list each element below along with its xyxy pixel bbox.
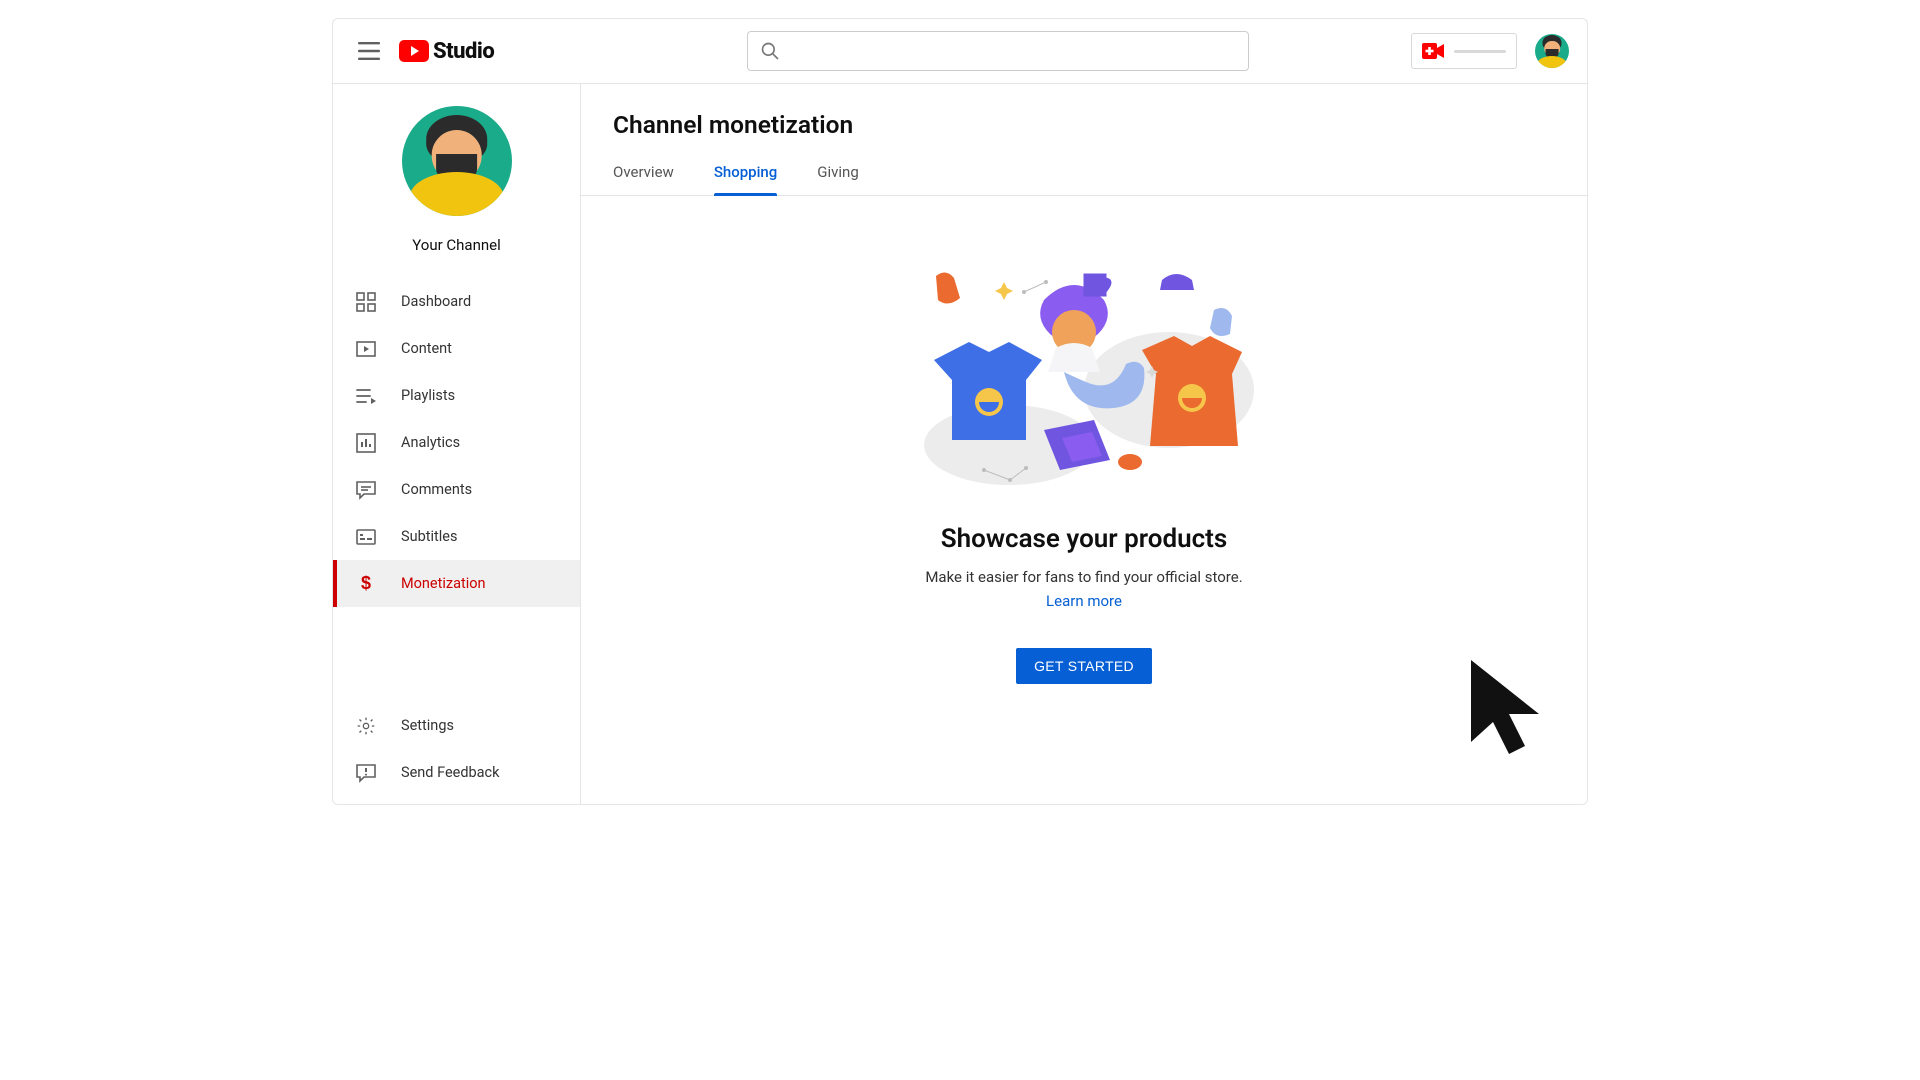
main: Channel monetization Overview Shopping G… bbox=[581, 84, 1587, 804]
menu-button[interactable] bbox=[349, 31, 389, 71]
sidebar-item-analytics[interactable]: Analytics bbox=[333, 419, 580, 466]
body: Your Channel Dashboard bbox=[333, 84, 1587, 804]
promo-headline: Showcase your products bbox=[941, 524, 1228, 554]
create-video-icon bbox=[1422, 43, 1444, 59]
create-button-placeholder-line bbox=[1454, 50, 1506, 53]
cursor-icon bbox=[1467, 656, 1567, 766]
search-wrap bbox=[494, 31, 1411, 71]
analytics-icon bbox=[356, 433, 376, 453]
playlists-icon bbox=[356, 388, 376, 404]
gear-icon bbox=[356, 716, 376, 736]
subtitles-icon bbox=[356, 529, 376, 545]
app-frame: Studio bbox=[332, 18, 1588, 805]
get-started-button[interactable]: GET STARTED bbox=[1016, 648, 1152, 684]
search-box[interactable] bbox=[747, 31, 1249, 71]
sidebar-item-comments[interactable]: Comments bbox=[333, 466, 580, 513]
sidebar-item-subtitles[interactable]: Subtitles bbox=[333, 513, 580, 560]
dashboard-icon bbox=[356, 292, 376, 312]
search-input[interactable] bbox=[790, 43, 1236, 59]
account-avatar[interactable] bbox=[1535, 34, 1569, 68]
sidebar-item-label: Subtitles bbox=[401, 528, 457, 545]
logo-text: Studio bbox=[433, 39, 494, 64]
main-header: Channel monetization Overview Shopping G… bbox=[581, 84, 1587, 196]
feedback-icon bbox=[356, 763, 376, 783]
studio-logo[interactable]: Studio bbox=[399, 39, 494, 64]
tab-shopping[interactable]: Shopping bbox=[714, 163, 777, 195]
tab-giving[interactable]: Giving bbox=[817, 163, 858, 195]
sidebar-item-dashboard[interactable]: Dashboard bbox=[333, 278, 580, 325]
sidebar-item-feedback[interactable]: Send Feedback bbox=[333, 749, 580, 796]
page-title: Channel monetization bbox=[613, 110, 1587, 139]
sidebar: Your Channel Dashboard bbox=[333, 84, 581, 804]
sidebar-item-label: Comments bbox=[401, 481, 472, 498]
sidebar-item-label: Analytics bbox=[401, 434, 460, 451]
create-button[interactable] bbox=[1411, 33, 1517, 69]
sidebar-item-settings[interactable]: Settings bbox=[333, 702, 580, 749]
sidebar-item-label: Playlists bbox=[401, 387, 455, 404]
content-icon bbox=[356, 339, 376, 359]
sidebar-item-label: Monetization bbox=[401, 575, 486, 592]
dollar-icon: $ bbox=[361, 574, 371, 592]
sidebar-item-label: Dashboard bbox=[401, 293, 471, 310]
header: Studio bbox=[333, 19, 1587, 84]
tab-overview[interactable]: Overview bbox=[613, 163, 674, 195]
search-icon bbox=[760, 41, 780, 61]
sidebar-item-label: Settings bbox=[401, 717, 454, 734]
learn-more-link[interactable]: Learn more bbox=[1046, 592, 1122, 610]
sidebar-item-content[interactable]: Content bbox=[333, 325, 580, 372]
header-right bbox=[1411, 33, 1569, 69]
youtube-icon bbox=[399, 40, 429, 62]
promo-subtext: Make it easier for fans to find your off… bbox=[925, 568, 1242, 586]
channel-name: Your Channel bbox=[412, 236, 501, 254]
hamburger-icon bbox=[358, 42, 380, 60]
comments-icon bbox=[356, 480, 376, 500]
main-content: Showcase your products Make it easier fo… bbox=[581, 196, 1587, 804]
sidebar-item-label: Send Feedback bbox=[401, 764, 499, 781]
sidebar-item-label: Content bbox=[401, 340, 452, 357]
sidebar-item-playlists[interactable]: Playlists bbox=[333, 372, 580, 419]
shopping-illustration bbox=[914, 270, 1254, 490]
sidebar-nav: Dashboard Content bbox=[333, 278, 580, 804]
channel-block: Your Channel bbox=[333, 106, 580, 254]
tabs: Overview Shopping Giving bbox=[613, 163, 1587, 195]
channel-avatar[interactable] bbox=[402, 106, 512, 216]
sidebar-item-monetization[interactable]: $ Monetization bbox=[333, 560, 580, 607]
